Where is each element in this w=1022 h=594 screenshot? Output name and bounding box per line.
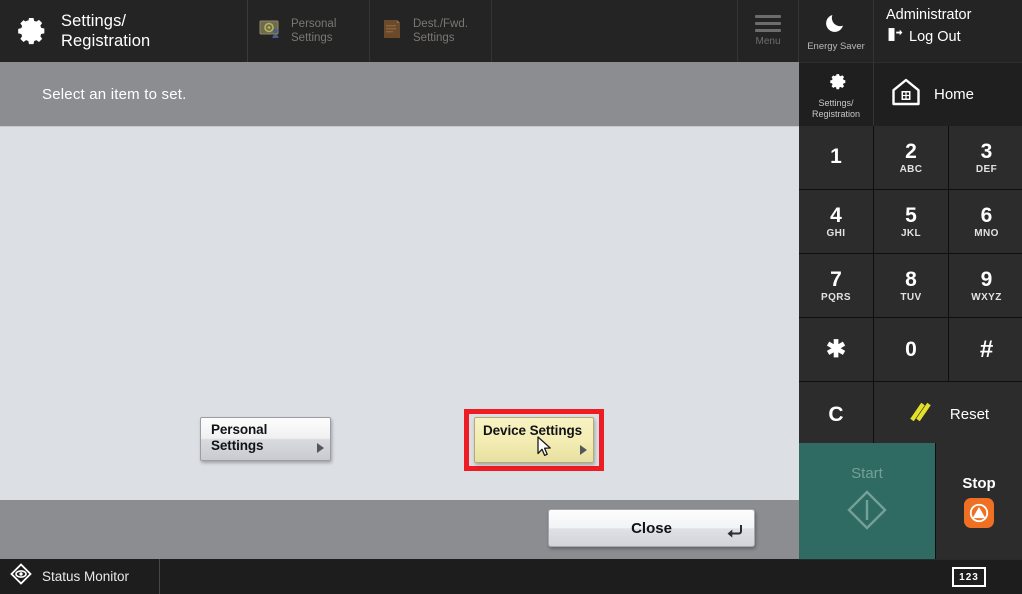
status-monitor-label: Status Monitor bbox=[42, 569, 130, 584]
numeric-keys-icon[interactable]: 123 bbox=[952, 567, 986, 587]
key-9[interactable]: 9 WXYZ bbox=[949, 254, 1022, 317]
reset-button[interactable]: Reset bbox=[874, 382, 1022, 447]
logout-button[interactable]: Log Out bbox=[886, 26, 1022, 48]
stop-button[interactable]: Stop bbox=[936, 443, 1022, 559]
settings-registration-button[interactable]: Settings/ Registration bbox=[799, 63, 874, 126]
start-stop-row: Start Stop bbox=[799, 443, 1022, 559]
reset-slashes-icon bbox=[909, 401, 939, 428]
personal-settings-button[interactable]: Personal Settings bbox=[200, 417, 331, 461]
settings-registration-label: Settings/ Registration bbox=[811, 98, 861, 119]
start-label: Start bbox=[851, 465, 883, 482]
status-monitor-button[interactable]: Status Monitor bbox=[0, 559, 160, 594]
hardkey-second-row: Settings/ Registration Home bbox=[799, 62, 1022, 126]
chevron-right-icon bbox=[317, 443, 324, 453]
key-hash[interactable]: # bbox=[949, 318, 1022, 381]
app-title: Settings/ Registration bbox=[0, 0, 248, 62]
page-title: Settings/ Registration bbox=[61, 11, 150, 51]
close-button-label: Close bbox=[631, 519, 672, 537]
key-7[interactable]: 7 PQRS bbox=[799, 254, 873, 317]
key-3[interactable]: 3 DEF bbox=[949, 126, 1022, 189]
tab-dest-fwd-settings[interactable]: Dest./Fwd. Settings bbox=[370, 0, 492, 62]
key-8[interactable]: 8 TUV bbox=[874, 254, 948, 317]
tab-personal-settings-label: Personal Settings bbox=[291, 18, 337, 44]
chevron-right-icon bbox=[580, 445, 587, 455]
key-6[interactable]: 6 MNO bbox=[949, 190, 1022, 253]
hardkey-top-row: Energy Saver Administrator Log Out bbox=[799, 0, 1022, 62]
stop-icon bbox=[964, 497, 994, 528]
device-control-panel: Settings/ Registration Personal Settings… bbox=[0, 0, 1022, 594]
start-diamond-icon bbox=[845, 488, 889, 537]
account-user-name: Administrator bbox=[886, 7, 972, 23]
tab-personal-settings[interactable]: Personal Settings bbox=[248, 0, 370, 62]
home-button[interactable]: Home bbox=[874, 63, 1022, 126]
page-title-line1: Settings/ bbox=[61, 12, 127, 30]
page-title-line2: Registration bbox=[61, 32, 151, 50]
energy-saver-button[interactable]: Energy Saver bbox=[799, 0, 874, 62]
numeric-keypad: 1 2 ABC 3 DEF 4 GHI 5 JKL 6 MNO 7 PQRS 8… bbox=[799, 126, 1022, 447]
status-monitor-eye-icon bbox=[9, 562, 33, 591]
close-button[interactable]: Close bbox=[548, 509, 755, 547]
device-settings-button-label: Device Settings bbox=[483, 423, 583, 438]
key-2[interactable]: 2 ABC bbox=[874, 126, 948, 189]
gear-icon bbox=[825, 69, 848, 97]
numeric-keys-label: 123 bbox=[959, 571, 979, 583]
logout-door-icon bbox=[886, 26, 903, 48]
personal-settings-button-label: Personal Settings bbox=[211, 422, 268, 453]
instruction-bar: Select an item to set. bbox=[0, 62, 799, 126]
key-0[interactable]: 0 bbox=[874, 318, 948, 381]
device-settings-button[interactable]: Device Settings bbox=[474, 417, 594, 463]
hardkey-panel: Energy Saver Administrator Log Out Setti… bbox=[799, 0, 1022, 594]
menu-button[interactable]: Menu bbox=[738, 0, 799, 62]
home-icon bbox=[890, 77, 922, 112]
settings-work-area: Personal Settings Device Settings bbox=[0, 126, 799, 500]
moon-icon bbox=[824, 10, 848, 39]
instruction-text: Select an item to set. bbox=[42, 85, 187, 103]
reset-label: Reset bbox=[949, 406, 990, 423]
stop-label: Stop bbox=[962, 474, 996, 492]
status-bar: Status Monitor bbox=[0, 559, 799, 594]
mouse-pointer-icon bbox=[537, 436, 553, 458]
account-area: Administrator Log Out bbox=[874, 0, 1022, 62]
hamburger-menu-icon bbox=[755, 15, 781, 32]
key-4[interactable]: 4 GHI bbox=[799, 190, 873, 253]
key-asterisk[interactable]: ✱ bbox=[799, 318, 873, 381]
action-bar: Close bbox=[0, 500, 799, 559]
titlebar-spacer bbox=[492, 0, 738, 62]
menu-button-label: Menu bbox=[755, 36, 781, 47]
enter-arrow-icon bbox=[726, 524, 743, 539]
titlebar: Settings/ Registration Personal Settings… bbox=[0, 0, 799, 62]
tab-dest-fwd-settings-label: Dest./Fwd. Settings bbox=[413, 18, 468, 44]
hardkey-bottom-row: 123 bbox=[799, 559, 1022, 594]
energy-saver-label: Energy Saver bbox=[807, 41, 865, 52]
dest-fwd-settings-icon bbox=[380, 16, 406, 47]
logout-label: Log Out bbox=[909, 29, 961, 45]
gear-icon bbox=[9, 9, 49, 54]
key-1[interactable]: 1 bbox=[799, 126, 873, 189]
touch-panel: Settings/ Registration Personal Settings… bbox=[0, 0, 799, 594]
key-clear[interactable]: C bbox=[799, 382, 873, 447]
start-button[interactable]: Start bbox=[799, 443, 935, 559]
personal-settings-icon bbox=[258, 16, 284, 47]
key-5[interactable]: 5 JKL bbox=[874, 190, 948, 253]
home-label: Home bbox=[934, 86, 975, 103]
